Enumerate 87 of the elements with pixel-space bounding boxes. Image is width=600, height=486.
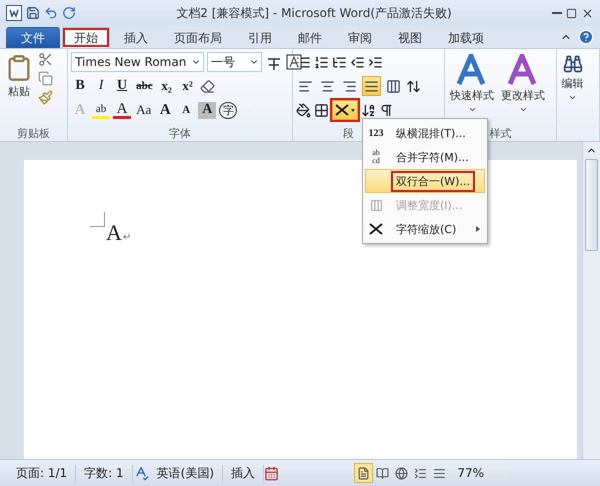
align-icon [342, 78, 358, 94]
view-icon [433, 466, 446, 480]
multilevel-list-icon [332, 54, 348, 70]
scale-icon [369, 223, 383, 235]
format-button[interactable]: Aa [134, 100, 154, 120]
borders-icon [314, 102, 330, 118]
word-count: 字数: 1 [76, 464, 133, 482]
group-label: 段 [343, 126, 354, 141]
format-button[interactable]: abc [134, 76, 155, 96]
menu-item[interactable]: ab cd 合并字符(M)... [365, 145, 485, 169]
scroll-thumb[interactable] [585, 159, 598, 251]
styles-button[interactable]: 更改样式 [499, 52, 548, 126]
width-icon [370, 198, 382, 212]
format-painter-icon [38, 90, 53, 105]
help-icon [578, 29, 594, 45]
minimize-icon [552, 12, 562, 14]
line-spacing-icon [406, 78, 422, 94]
paste-button[interactable]: 粘贴 [3, 52, 35, 126]
view-icon [376, 466, 390, 480]
bordered-letter-icon [286, 54, 302, 70]
eraser-icon [200, 78, 215, 94]
format-button[interactable]: A [156, 100, 174, 120]
paragraph-mark: ↵ [122, 232, 132, 243]
ribbon-tab[interactable]: 插入 [112, 27, 160, 48]
scissors-icon [38, 52, 53, 67]
menu-item[interactable]: 字符缩放(C) [365, 217, 485, 241]
margin-corner-mark [90, 212, 105, 227]
ribbon-tab[interactable]: 邮件 [286, 27, 334, 48]
group-label: 字体 [169, 126, 192, 141]
align-icon [386, 78, 402, 94]
ribbon-tab[interactable]: 文件 [6, 27, 60, 48]
ribbon-tab[interactable]: 审阅 [336, 27, 384, 48]
paragraph-mark-icon [379, 102, 394, 118]
decrease-indent-icon [350, 54, 366, 70]
align-icon [364, 78, 380, 94]
ribbon-tab[interactable]: 视图 [386, 27, 434, 48]
view-button[interactable] [354, 463, 374, 483]
close-icon [581, 6, 594, 20]
increase-indent-icon [368, 54, 384, 70]
format-button[interactable]: I [92, 76, 110, 96]
format-button[interactable]: x² [178, 76, 197, 96]
menu-item[interactable]: 双行合一(W)... [365, 169, 485, 193]
format-button[interactable]: A [177, 100, 196, 120]
save-icon [26, 6, 40, 20]
chinese-layout-button[interactable] [332, 100, 358, 120]
editing-button[interactable]: 编辑 [560, 52, 586, 141]
format-button[interactable]: x₂ [158, 76, 176, 96]
align-button[interactable] [362, 76, 382, 96]
binoculars-icon [562, 54, 583, 74]
format-button[interactable]: 字 [219, 102, 238, 118]
zoom-level[interactable]: 77% [449, 466, 492, 480]
bullet-list-icon [296, 54, 312, 70]
maximize-icon [566, 8, 577, 18]
combined-letters-icon: ab cd [372, 149, 380, 165]
vertical-text-icon: 123 [368, 128, 384, 138]
ribbon-tab[interactable]: 引用 [236, 27, 284, 48]
word-app-icon[interactable] [6, 5, 22, 21]
format-button[interactable]: B [71, 76, 90, 96]
insert-mode[interactable]: 插入 [223, 464, 264, 482]
format-button[interactable]: A [113, 101, 132, 119]
format-button[interactable]: U [113, 76, 132, 96]
group-label: 剪贴板 [17, 126, 50, 141]
shading-icon [296, 102, 312, 118]
view-icon [357, 466, 370, 480]
document-text: A [106, 220, 122, 245]
format-button[interactable]: ab [92, 101, 110, 119]
language-status[interactable]: 英语(美国) [148, 464, 224, 482]
page-count: 页面: 1/1 [8, 464, 76, 482]
font-size-field[interactable]: 一号 [207, 52, 262, 72]
view-icon [395, 466, 408, 480]
window-title: 文档2 [兼容模式] - Microsoft Word(产品激活失败) [175, 4, 453, 22]
align-icon [320, 78, 336, 94]
group-label: 样式 [489, 126, 512, 141]
numbered-list-icon [314, 54, 330, 70]
redo-icon [62, 6, 76, 20]
ribbon-tab[interactable]: 开始 [62, 27, 110, 48]
copy-icon [38, 71, 53, 86]
cross-icon [334, 103, 356, 117]
sort-icon [361, 102, 376, 118]
ribbon-tab[interactable]: 加载项 [436, 27, 496, 48]
format-button[interactable]: A [198, 102, 216, 118]
align-icon [298, 78, 314, 94]
view-icon [414, 466, 428, 480]
undo-icon [44, 6, 58, 20]
font-name-field[interactable]: Times New Roman [71, 52, 204, 72]
ribbon-tab[interactable]: 页面布局 [162, 27, 234, 48]
vertical-scrollbar[interactable] [582, 142, 600, 459]
